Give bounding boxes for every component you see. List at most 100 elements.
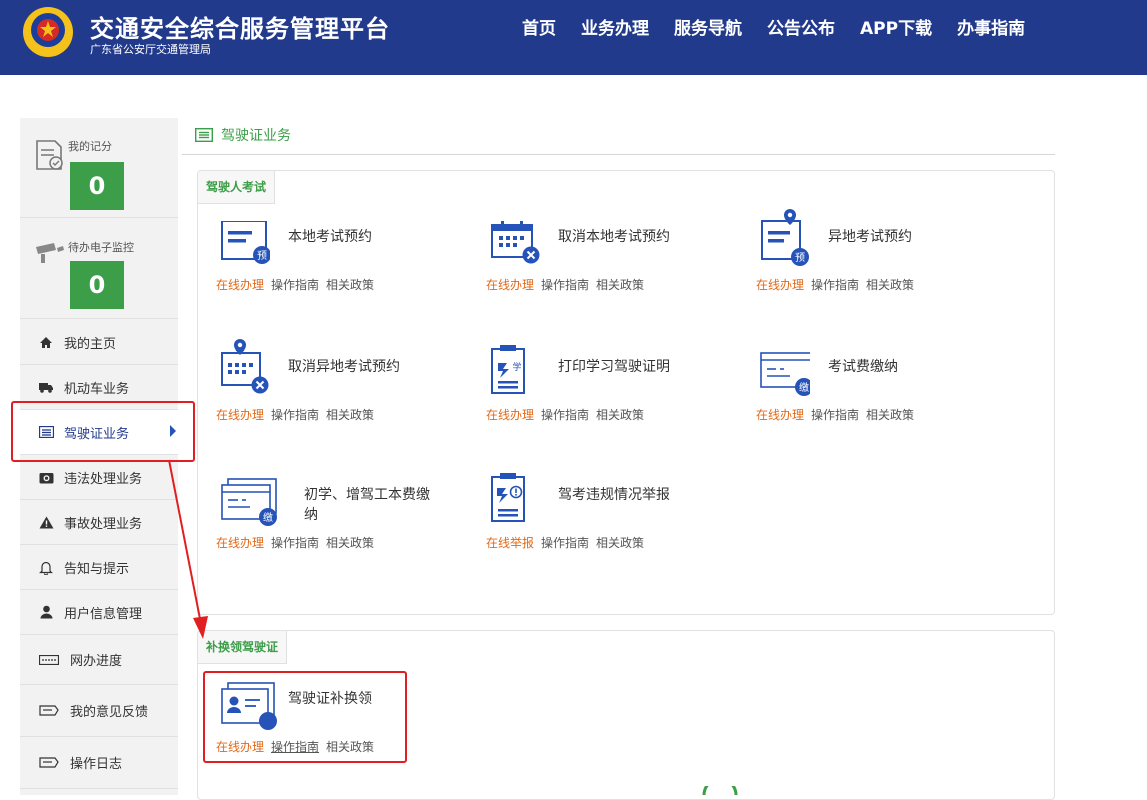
service-title[interactable]: 初学、增驾工本费缴纳 (304, 485, 434, 525)
guide-link[interactable]: 操作指南 (541, 408, 589, 422)
nav-handling-guide[interactable]: 办事指南 (957, 14, 1025, 39)
log-icon (38, 755, 60, 771)
service-title[interactable]: 异地考试预约 (828, 227, 988, 247)
list-icon (38, 424, 54, 440)
sidebar-item-progress[interactable]: 网办进度 (20, 635, 178, 685)
user-icon (38, 604, 54, 620)
online-handle-link[interactable]: 在线办理 (216, 278, 264, 292)
sidebar-item-violation[interactable]: 违法处理业务 (20, 455, 178, 500)
sidebar-item-label: 网办进度 (70, 654, 123, 669)
guide-link[interactable]: 操作指南 (811, 408, 859, 422)
online-handle-link[interactable]: 在线办理 (486, 408, 534, 422)
sidebar-item-label: 违法处理业务 (64, 471, 143, 487)
nav-service-guide[interactable]: 服务导航 (674, 14, 742, 39)
stat-my-points[interactable]: 我的记分 0 (20, 118, 178, 218)
nav-app-download[interactable]: APP下载 (860, 14, 932, 39)
policy-link[interactable]: 相关政策 (596, 536, 644, 550)
guide-link[interactable]: 操作指南 (541, 536, 589, 550)
id-card-icon (221, 682, 277, 730)
guide-link[interactable]: 操作指南 (271, 536, 319, 550)
service-links: 在线举报 操作指南 相关政策 (486, 534, 651, 551)
location-calendar-cancel-icon (221, 339, 269, 394)
online-handle-link[interactable]: 在线办理 (216, 740, 264, 754)
service-links: 在线办理 操作指南 相关政策 (216, 276, 381, 293)
service-exam-violation-report: 驾考违规情况举报 在线举报 操作指南 相关政策 (486, 473, 726, 569)
service-links: 在线办理 操作指南 相关政策 (486, 406, 651, 423)
top-nav: 首页 业务办理 服务导航 公告公布 APP下载 办事指南 (522, 14, 1050, 39)
guide-link[interactable]: 操作指南 (271, 740, 319, 754)
clipboard-alert-icon (491, 473, 525, 522)
stat-label: 我的记分 (68, 140, 112, 153)
nav-business[interactable]: 业务办理 (581, 14, 649, 39)
online-handle-link[interactable]: 在线办理 (756, 278, 804, 292)
section-title-text: 驾驶证业务 (221, 128, 291, 144)
service-title[interactable]: 驾考违规情况举报 (558, 485, 718, 505)
sidebar-item-accident[interactable]: 事故处理业务 (20, 500, 178, 545)
online-handle-link[interactable]: 在线办理 (216, 408, 264, 422)
policy-link[interactable]: 相关政策 (326, 536, 374, 550)
stat-pending-monitoring[interactable]: 待办电子监控 0 (20, 219, 178, 319)
online-handle-link[interactable]: 在线办理 (216, 536, 264, 550)
online-handle-link[interactable]: 在线办理 (486, 278, 534, 292)
nav-announcements[interactable]: 公告公布 (767, 14, 835, 39)
guide-link[interactable]: 操作指南 (811, 278, 859, 292)
sidebar-item-label: 操作日志 (70, 757, 123, 772)
points-count[interactable]: 0 (70, 162, 124, 210)
site-subtitle: 广东省公安厅交通管理局 (90, 43, 211, 56)
service-remote-exam-booking: 预 异地考试预约 在线办理 操作指南 相关政策 (756, 209, 996, 311)
section-title: 驾驶证业务 (195, 125, 291, 145)
policy-link[interactable]: 相关政策 (866, 408, 914, 422)
service-exam-fee-payment: 缴 考试费缴纳 在线办理 操作指南 相关政策 (756, 351, 996, 441)
sidebar-item-notices[interactable]: 告知与提示 (20, 545, 178, 590)
document-icon (36, 140, 63, 170)
location-form-icon: 预 (761, 209, 809, 266)
guide-link[interactable]: 操作指南 (271, 408, 319, 422)
service-title[interactable]: 驾驶证补换领 (288, 689, 448, 709)
online-handle-link[interactable]: 在线办理 (756, 408, 804, 422)
site-title: 交通安全综合服务管理平台 (90, 15, 390, 43)
policy-link[interactable]: 相关政策 (326, 278, 374, 292)
feedback-icon (38, 703, 60, 719)
svg-text:预: 预 (795, 252, 805, 264)
camera-icon (38, 469, 54, 485)
guide-link[interactable]: 操作指南 (271, 278, 319, 292)
sidebar-item-log[interactable]: 操作日志 (20, 737, 178, 789)
svg-text:缴: 缴 (799, 381, 809, 394)
sidebar-item-label: 我的主页 (64, 336, 117, 352)
service-title[interactable]: 取消本地考试预约 (558, 227, 718, 247)
warning-icon (38, 514, 54, 530)
service-cancel-local-exam: 取消本地考试预约 在线办理 操作指南 相关政策 (486, 221, 726, 311)
policy-link[interactable]: 相关政策 (326, 408, 374, 422)
list-icon (195, 128, 213, 142)
sidebar-item-vehicle[interactable]: 机动车业务 (20, 365, 178, 410)
sidebar-item-label: 我的意见反馈 (70, 705, 149, 720)
sidebar-item-label: 机动车业务 (64, 381, 130, 397)
service-title[interactable]: 打印学习驾驶证明 (558, 357, 718, 377)
nav-home[interactable]: 首页 (522, 14, 556, 39)
sidebar-item-license[interactable]: 驾驶证业务 (20, 410, 178, 455)
service-title[interactable]: 本地考试预约 (288, 227, 448, 247)
sidebar-item-user-info[interactable]: 用户信息管理 (20, 590, 178, 635)
policy-link[interactable]: 相关政策 (596, 278, 644, 292)
policy-link[interactable]: 相关政策 (596, 408, 644, 422)
caret-right-icon (170, 425, 176, 437)
panel-license-replacement: 补换领驾驶证 驾驶证补换领 在线办理 操作指南 相关政策 (197, 630, 1055, 800)
guide-link[interactable]: 操作指南 (541, 278, 589, 292)
monitoring-count[interactable]: 0 (70, 261, 124, 309)
service-links: 在线办理 操作指南 相关政策 (216, 738, 381, 755)
svg-text:预: 预 (257, 250, 267, 262)
svg-text:缴: 缴 (263, 511, 273, 524)
calendar-cancel-icon (491, 221, 540, 264)
policy-link[interactable]: 相关政策 (866, 278, 914, 292)
service-title[interactable]: 考试费缴纳 (828, 357, 988, 377)
clipboard-study-icon: 学 (491, 345, 525, 394)
sidebar-item-home[interactable]: 我的主页 (20, 320, 178, 365)
policy-link[interactable]: 相关政策 (326, 740, 374, 754)
online-report-link[interactable]: 在线举报 (486, 536, 534, 550)
panel-tag: 驾驶人考试 (198, 171, 276, 204)
sidebar-item-feedback[interactable]: 我的意见反馈 (20, 685, 178, 737)
service-license-replacement: 驾驶证补换领 在线办理 操作指南 相关政策 (216, 682, 456, 773)
service-title[interactable]: 取消异地考试预约 (288, 357, 448, 377)
sidebar-item-label: 事故处理业务 (64, 516, 143, 532)
sidebar-item-label: 用户信息管理 (64, 606, 143, 622)
